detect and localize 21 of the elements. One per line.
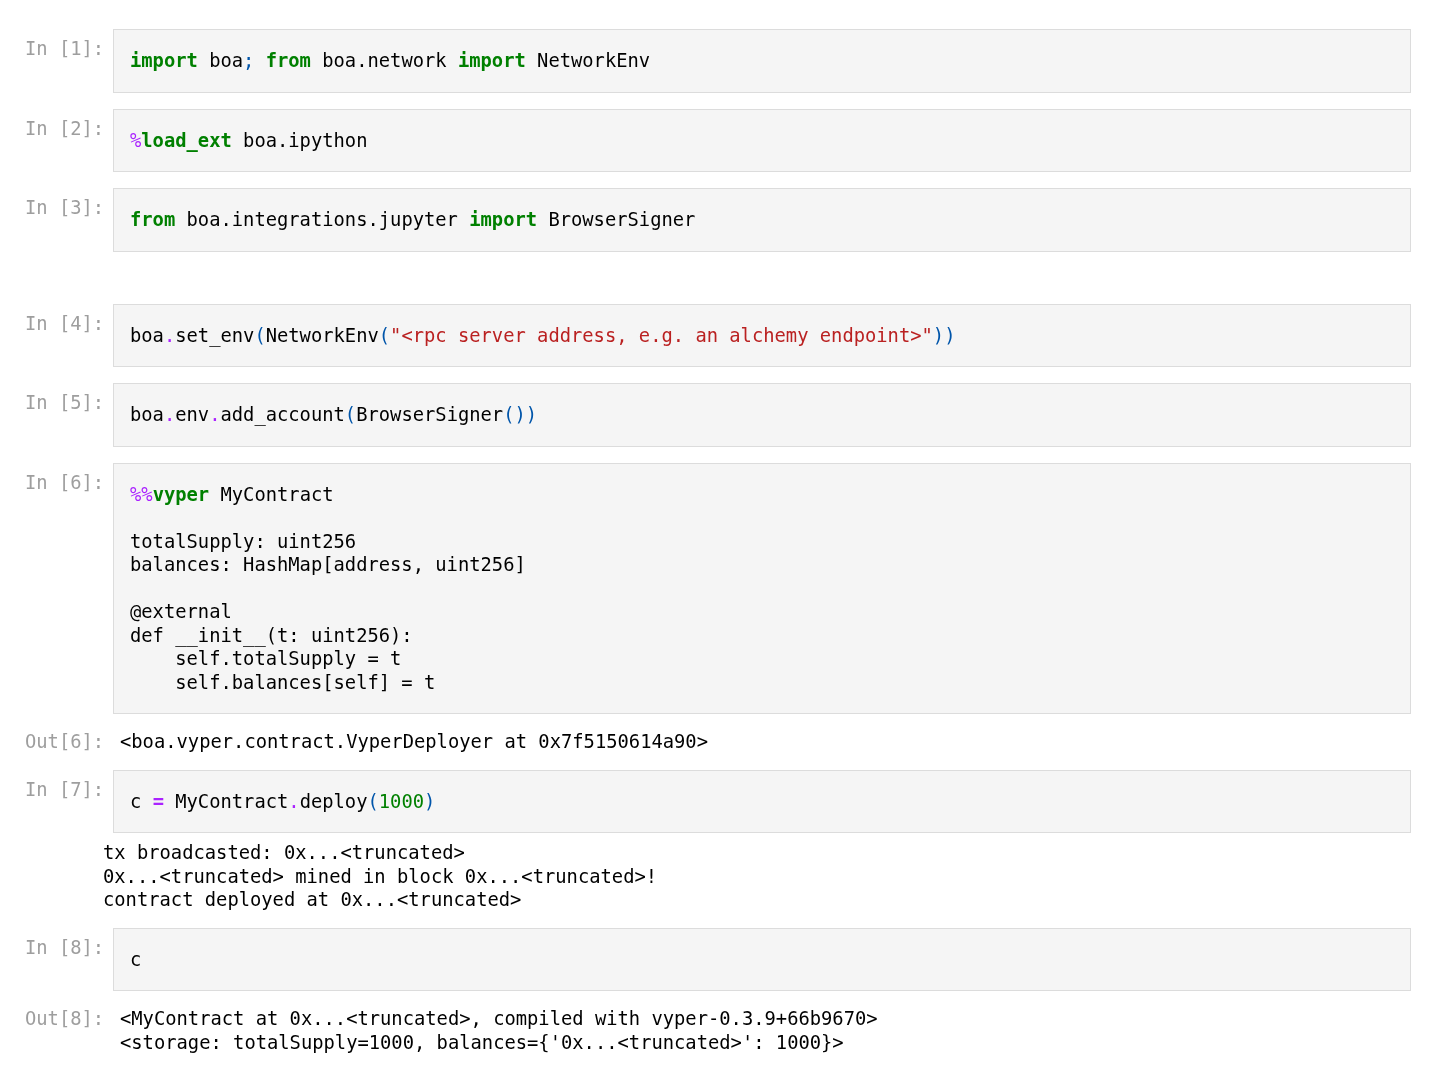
output-prompt: Out[6]: — [25, 730, 106, 754]
cell-prompt: In [7]: — [25, 777, 106, 801]
cell-prompt: In [1]: — [25, 37, 106, 61]
code-input[interactable]: %%vyper MyContract totalSupply: uint256 balances: HashMap[address, uint256] @external def __init__(t: uint256): self.totalSupply = t self.balances[self] = t — [113, 462, 1411, 714]
cell-prompt: In [6]: — [25, 470, 106, 494]
code-input[interactable]: import boa; from boa.network import NetworkEnv — [113, 29, 1411, 93]
output-text: tx broadcasted: 0x...<truncated> 0x...<truncated> mined in block 0x...<truncated>! contract deployed at 0x...<truncated> — [103, 841, 658, 912]
code-input[interactable]: from boa.integrations.jupyter import BrowserSigner — [113, 188, 1411, 252]
cell-prompt: In [4]: — [25, 311, 106, 335]
cell-prompt: In [5]: — [25, 391, 106, 415]
code-input[interactable]: boa.env.add_account(BrowserSigner()) — [113, 383, 1411, 447]
output-text: <boa.vyper.contract.VyperDeployer at 0x7f5150614a90> — [120, 730, 708, 754]
output-text: <MyContract at 0x...<truncated>, compiled with vyper-0.3.9+66b9670> <storage: totalSupply=1000, balances={'0x...<truncated>': 1000}> — [120, 1007, 878, 1054]
cell-prompt: In [8]: — [25, 935, 106, 959]
code-input[interactable]: %load_ext boa.ipython — [113, 108, 1411, 172]
output-prompt: Out[8]: — [25, 1007, 106, 1031]
code-input[interactable]: boa.set_env(NetworkEnv("<rpc server address, e.g. an alchemy endpoint>")) — [113, 303, 1411, 367]
cell-prompt: In [2]: — [25, 116, 106, 140]
code-input[interactable]: c = MyContract.deploy(1000) — [113, 769, 1411, 833]
cell-prompt: In [3]: — [25, 196, 106, 220]
code-input[interactable]: c — [113, 927, 1411, 991]
